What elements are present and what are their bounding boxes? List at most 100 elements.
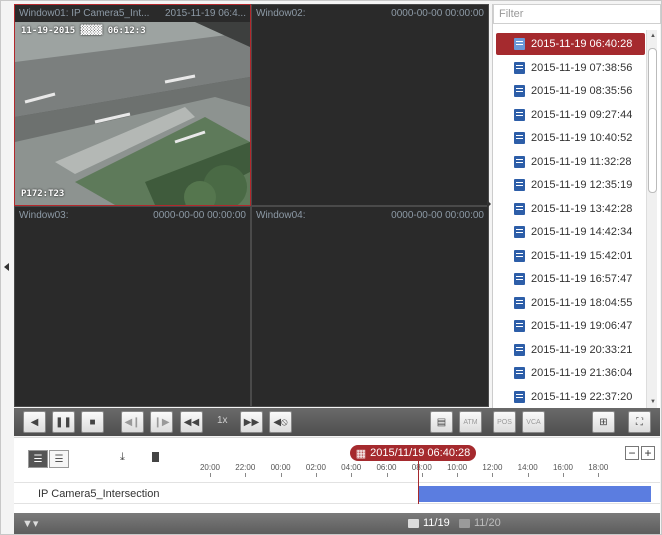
time-tick-label: 16:00 (552, 463, 574, 472)
window-2-time: 0000-00-00 00:00:00 (391, 8, 484, 19)
camera-feed: 11-19-2015 ▓▓▓▓ 06:12:3 P172:T23 (15, 22, 250, 205)
scrollbar-thumb[interactable] (648, 48, 657, 193)
file-list-icon[interactable]: ▤ (430, 411, 453, 433)
osd-ptz-info: P172:T23 (21, 189, 65, 199)
video-window-4[interactable]: Window04: 0000-00-00 00:00:00 (251, 206, 489, 407)
zoom-out-button[interactable]: − (625, 446, 639, 460)
recording-file-item[interactable]: 2015-11-19 14:42:34 (496, 221, 645, 243)
collapse-left-arrow-icon[interactable] (4, 263, 9, 271)
atm-icon[interactable]: ATM (459, 411, 482, 433)
file-list-scrollbar[interactable]: ▲ ▼ (646, 30, 657, 408)
window-1-header: Window01: IP Camera5_Int... 2015-11-19 0… (15, 5, 250, 22)
recording-file-item[interactable]: 2015-11-19 20:33:21 (496, 339, 645, 361)
vca-icon[interactable]: VCA (522, 411, 545, 433)
time-tick-mark (598, 473, 600, 477)
recording-file-item[interactable]: 2015-11-19 16:57:47 (496, 268, 645, 290)
window-2-header: Window02: 0000-00-00 00:00:00 (252, 5, 488, 22)
video-file-icon (514, 85, 525, 97)
collapse-panel-arrow-icon[interactable] (487, 200, 491, 208)
recording-file-label: 2015-11-19 06:40:28 (531, 38, 633, 50)
reverse-play-icon[interactable]: ◀ (23, 411, 46, 433)
time-tick-label: 04:00 (341, 463, 362, 472)
video-file-icon (514, 273, 525, 285)
camera-track-row[interactable]: IP Camera5_Intersection (14, 482, 660, 504)
frame-back-icon[interactable]: ◀❙ (121, 411, 144, 433)
slow-down-icon[interactable]: ◀◀ (180, 411, 203, 433)
page-indicator-alt: 11/20 (459, 517, 501, 529)
recording-segment[interactable] (419, 486, 651, 502)
recording-file-item[interactable]: 2015-11-19 21:36:04 (496, 362, 645, 384)
timeline-mode-icon[interactable]: ☰ (28, 450, 48, 468)
video-window-2[interactable]: Window02: 0000-00-00 00:00:00 (251, 4, 489, 206)
recording-file-label: 2015-11-19 09:27:44 (531, 108, 633, 121)
recording-file-item[interactable]: 2015-11-19 08:35:56 (496, 80, 645, 102)
video-file-icon (514, 132, 525, 144)
recording-file-item[interactable]: 2015-11-19 18:04:55 (496, 292, 645, 314)
time-tick-label: 20:00 (199, 463, 221, 472)
video-file-icon (514, 202, 525, 215)
fullscreen-icon[interactable]: ⛶ (628, 411, 651, 433)
video-file-icon (514, 61, 525, 74)
recording-file-label: 2015-11-19 14:42:34 (531, 226, 633, 238)
page-other: 11/20 (474, 517, 501, 529)
time-tick-label: 22:00 (235, 463, 256, 472)
recording-file-item[interactable]: 2015-11-19 06:40:28 (496, 33, 645, 55)
zoom-in-button[interactable]: + (641, 446, 655, 460)
pos-icon[interactable]: POS (493, 411, 516, 433)
recording-file-item[interactable]: 2015-11-19 19:06:47 (496, 315, 645, 337)
timeline-area: ☰ ☰ ⤓ ▦ 2015/11/19 06:40:28 − + 20:00 22:… (14, 437, 660, 513)
video-file-icon (514, 155, 525, 168)
window-2-title: Window02: (256, 8, 306, 19)
time-tick-label: 18:00 (588, 463, 609, 472)
recording-file-label: 2015-11-19 22:37:20 (531, 390, 633, 403)
camera-page-alt-icon (459, 518, 470, 528)
audio-icon[interactable]: ◀⦸ (269, 411, 292, 433)
recording-file-label: 2015-11-19 12:35:19 (531, 179, 633, 191)
video-file-icon (514, 296, 525, 309)
recording-file-label: 2015-11-19 11:32:28 (531, 155, 632, 168)
download-icon[interactable]: ⤓ (120, 451, 125, 464)
video-window-3[interactable]: Window03: 0000-00-00 00:00:00 (14, 206, 251, 407)
video-grid: Window01: IP Camera5_Int... 2015-11-19 0… (14, 4, 489, 407)
time-tick-mark (386, 473, 388, 477)
video-file-icon (514, 38, 525, 50)
playback-app: Window01: IP Camera5_Int... 2015-11-19 0… (0, 0, 662, 535)
recording-file-item[interactable]: 2015-11-19 13:42:28 (496, 198, 645, 220)
recording-file-item[interactable]: 2015-11-19 15:42:01 (496, 245, 645, 267)
scroll-up-icon[interactable]: ▲ (650, 33, 656, 39)
time-tick-label: 02:00 (305, 463, 326, 472)
frame-forward-icon[interactable]: ❙▶ (150, 411, 173, 433)
bookmark-icon[interactable] (152, 452, 159, 462)
scroll-down-icon[interactable]: ▼ (650, 399, 656, 405)
time-tick-label: 12:00 (482, 463, 503, 472)
file-panel: 2015-11-19 06:40:28 2015-11-19 07:38:56 20… (492, 4, 661, 408)
time-tick-label: 08:00 (411, 463, 432, 472)
filter-funnel-icon[interactable]: ▼▾ (22, 517, 38, 530)
speed-label: 1x (217, 415, 228, 426)
filter-input[interactable] (493, 4, 661, 24)
stop-icon[interactable]: ■ (81, 411, 104, 433)
time-tick-mark (492, 473, 494, 477)
window-4-time: 0000-00-00 00:00:00 (391, 210, 484, 221)
recording-file-label: 2015-11-19 16:57:47 (531, 273, 633, 285)
recording-file-item[interactable]: 2015-11-19 22:37:20 (496, 386, 645, 408)
speed-up-icon[interactable]: ▶▶ (240, 411, 263, 433)
recording-file-item[interactable]: 2015-11-19 09:27:44 (496, 104, 645, 126)
recording-file-item[interactable]: 2015-11-19 11:32:28 (496, 151, 645, 173)
recording-file-item[interactable]: 2015-11-19 07:38:56 (496, 57, 645, 79)
recording-file-item[interactable]: 2015-11-19 10:40:52 (496, 127, 645, 149)
layout-icon[interactable]: ⊞ (592, 411, 615, 433)
window-3-header: Window03: 0000-00-00 00:00:00 (15, 207, 250, 224)
video-window-1[interactable]: Window01: IP Camera5_Int... 2015-11-19 0… (14, 4, 251, 206)
video-file-icon (514, 249, 525, 262)
window-3-time: 0000-00-00 00:00:00 (153, 210, 246, 221)
pause-icon[interactable]: ❚❚ (52, 411, 75, 433)
playhead[interactable] (418, 459, 420, 504)
timeline-mode-alt-icon[interactable]: ☰ (49, 450, 69, 468)
recording-file-item[interactable]: 2015-11-19 12:35:19 (496, 174, 645, 196)
window-3-title: Window03: (19, 210, 69, 221)
camera-name: IP Camera5_Intersection (38, 488, 160, 500)
video-file-icon (514, 343, 525, 356)
video-file-icon (514, 179, 525, 191)
playback-toolbar: ◀ ❚❚ ■ ◀❙ ❙▶ ◀◀ 1x ▶▶ ◀⦸ ▤ ATM POS VCA ⊞… (14, 408, 660, 436)
